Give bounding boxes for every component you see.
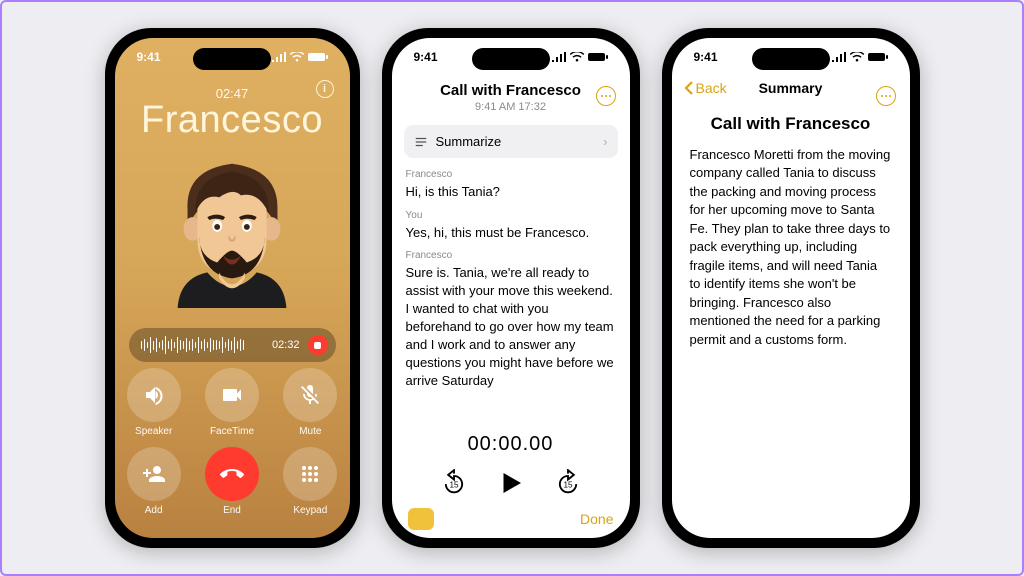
transcript-icon[interactable]	[408, 508, 434, 530]
status-time: 9:41	[414, 50, 438, 64]
forward-15-button[interactable]: 15	[554, 469, 582, 497]
more-button[interactable]	[596, 86, 616, 106]
add-label: Add	[145, 505, 163, 516]
speaker-button[interactable]: Speaker	[127, 368, 181, 437]
keypad-button[interactable]: Keypad	[283, 447, 337, 516]
status-time: 9:41	[694, 50, 718, 64]
more-button[interactable]	[876, 86, 896, 106]
signal-icon	[552, 52, 566, 62]
playback-time: 00:00.00	[392, 433, 630, 456]
mute-button[interactable]: Mute	[283, 368, 337, 437]
summarize-icon	[414, 135, 428, 149]
svg-text:15: 15	[449, 481, 459, 490]
done-button[interactable]: Done	[580, 511, 613, 527]
status-time: 9:41	[137, 50, 161, 64]
battery-icon	[308, 52, 328, 62]
status-indicators	[272, 50, 328, 64]
speaker-label: Francesco	[406, 168, 616, 182]
wifi-icon	[290, 52, 304, 62]
speaker-label: Speaker	[135, 426, 172, 437]
call-screen: 9:41 i 02:47 Francesco	[115, 38, 350, 538]
waveform	[141, 336, 264, 354]
wifi-icon	[850, 52, 864, 62]
turn-text: Sure is. Tania, we're all ready to assis…	[406, 264, 616, 390]
transcript-turn: Francesco Sure is. Tania, we're all read…	[406, 249, 616, 389]
summary-body: Francesco Moretti from the moving compan…	[672, 134, 910, 361]
mute-icon	[298, 383, 322, 407]
summary-title: Call with Francesco	[672, 114, 910, 134]
battery-icon	[588, 52, 608, 62]
speaker-icon	[142, 383, 166, 407]
caller-name: Francesco	[141, 99, 323, 142]
recording-pill: 02:32	[129, 328, 336, 362]
info-button[interactable]: i	[316, 80, 334, 98]
memoji-avatar	[147, 140, 317, 308]
speaker-label: You	[406, 209, 616, 223]
signal-icon	[272, 52, 286, 62]
play-button[interactable]	[496, 468, 526, 498]
phone-summary: 9:41 Back Summary Call with Francesco Fr…	[662, 28, 920, 548]
audio-player: 00:00.00 15 15	[392, 433, 630, 498]
status-indicators	[832, 50, 888, 64]
keypad-icon	[298, 462, 322, 486]
back-label: Back	[696, 80, 727, 96]
call-elapsed: 02:47	[216, 86, 249, 101]
turn-text: Hi, is this Tania?	[406, 183, 616, 201]
status-indicators	[552, 50, 608, 64]
end-call-button[interactable]: End	[205, 447, 259, 516]
signal-icon	[832, 52, 846, 62]
hangup-icon	[220, 462, 244, 486]
summary-screen: 9:41 Back Summary Call with Francesco Fr…	[672, 38, 910, 538]
end-label: End	[223, 505, 241, 516]
dynamic-island	[472, 48, 550, 70]
dynamic-island	[752, 48, 830, 70]
summarize-button[interactable]: Summarize ›	[404, 125, 618, 158]
facetime-button[interactable]: FaceTime	[205, 368, 259, 437]
stop-recording-button[interactable]	[308, 335, 328, 355]
facetime-label: FaceTime	[210, 426, 254, 437]
transcript-screen: 9:41 Call with Francesco 9:41 AM 17:32 S…	[392, 38, 630, 538]
mute-label: Mute	[299, 426, 321, 437]
transcript-toolbar: Done	[392, 508, 630, 530]
speaker-label: Francesco	[406, 249, 616, 263]
transcript-turn: Francesco Hi, is this Tania?	[406, 168, 616, 201]
wifi-icon	[570, 52, 584, 62]
transcript-title: Call with Francesco	[392, 82, 630, 99]
phone-call: 9:41 i 02:47 Francesco	[105, 28, 360, 548]
dynamic-island	[193, 48, 271, 70]
transcript-body[interactable]: Francesco Hi, is this Tania? You Yes, hi…	[392, 168, 630, 390]
add-button[interactable]: Add	[127, 447, 181, 516]
turn-text: Yes, hi, this must be Francesco.	[406, 224, 616, 242]
chevron-left-icon	[684, 80, 694, 96]
add-person-icon	[142, 462, 166, 486]
back-button[interactable]: Back	[684, 80, 727, 96]
transcript-subtitle: 9:41 AM 17:32	[392, 101, 630, 113]
chevron-right-icon: ›	[603, 134, 607, 149]
rewind-15-button[interactable]: 15	[440, 469, 468, 497]
summarize-label: Summarize	[436, 134, 502, 149]
keypad-label: Keypad	[293, 505, 327, 516]
svg-text:15: 15	[563, 481, 573, 490]
battery-icon	[868, 52, 888, 62]
video-icon	[220, 383, 244, 407]
transcript-turn: You Yes, hi, this must be Francesco.	[406, 209, 616, 242]
phone-transcript: 9:41 Call with Francesco 9:41 AM 17:32 S…	[382, 28, 640, 548]
call-controls: Speaker FaceTime Mute Add End Keypad	[115, 368, 350, 516]
recording-time: 02:32	[272, 339, 300, 351]
